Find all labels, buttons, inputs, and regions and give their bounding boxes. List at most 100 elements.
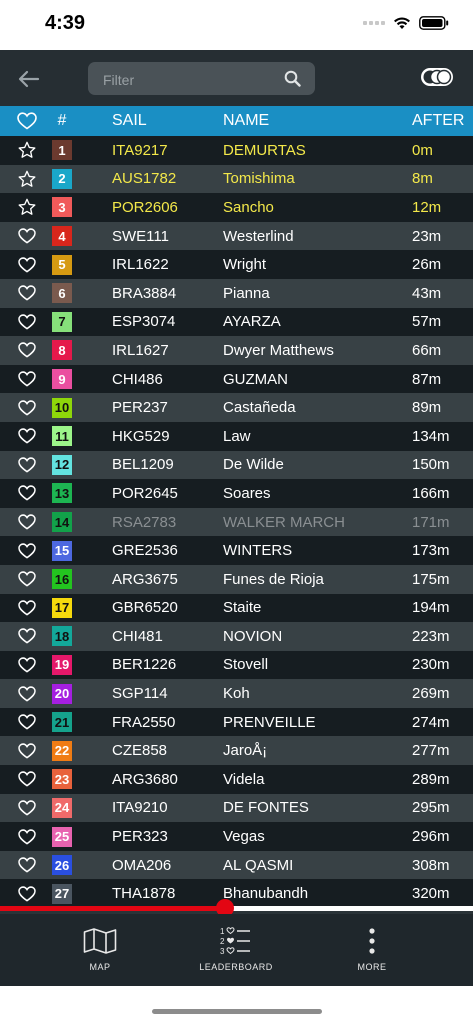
table-row[interactable]: 23 ARG3680 Videla 289m [0, 765, 473, 794]
toggle-view-icon[interactable] [421, 68, 453, 86]
rank-badge: 15 [51, 536, 73, 565]
sailor-name: Staite [223, 599, 262, 617]
table-row[interactable]: 11 HKG529 Law 134m [0, 421, 473, 451]
heart-icon[interactable] [16, 336, 38, 365]
rank-badge: 6 [51, 279, 73, 308]
nav-map[interactable]: MAP [40, 914, 160, 986]
heart-icon[interactable] [16, 822, 38, 851]
heart-icon[interactable] [16, 622, 38, 651]
leaderboard-list: 1 ITA9217 DEMURTAS 0m 2 AUS1782 Tomishima 8m 3 PO… [0, 136, 473, 909]
heart-icon[interactable] [16, 679, 38, 708]
heart-icon[interactable] [16, 279, 38, 308]
sail-number: ARG3675 [112, 570, 178, 588]
heart-icon[interactable] [16, 594, 38, 623]
heart-icon[interactable] [16, 708, 38, 737]
sailor-name: Dwyer Matthews [223, 341, 334, 359]
heart-icon[interactable] [16, 765, 38, 794]
table-row[interactable]: 4 SWE111 Westerlind 23m [0, 221, 473, 251]
heart-icon[interactable] [16, 250, 38, 279]
sail-number: CHI481 [112, 627, 163, 645]
table-row[interactable]: 26 OMA206 AL QASMI 308m [0, 850, 473, 880]
status-time: 4:39 [45, 12, 86, 34]
signal-icon [363, 21, 385, 25]
table-row[interactable]: 2 AUS1782 Tomishima 8m [0, 164, 473, 194]
back-arrow-icon[interactable] [16, 66, 42, 92]
heart-icon[interactable] [16, 393, 38, 422]
heart-icon[interactable] [16, 879, 38, 908]
sailor-name: DE FONTES [223, 799, 309, 817]
star-icon[interactable] [16, 165, 38, 194]
table-row[interactable]: 1 ITA9217 DEMURTAS 0m [0, 136, 473, 165]
sailor-name: Funes de Rioja [223, 570, 324, 588]
table-row[interactable]: 21 FRA2550 PRENVEILLE 274m [0, 707, 473, 737]
table-row[interactable]: 20 SGP114 Koh 269m [0, 679, 473, 708]
table-row[interactable]: 18 CHI481 NOVION 223m [0, 622, 473, 651]
rank-badge: 5 [51, 250, 73, 279]
nav-more[interactable]: MORE [312, 914, 432, 986]
heart-icon[interactable] [16, 365, 38, 394]
header-name[interactable]: NAME [223, 106, 269, 136]
header-rank[interactable]: # [51, 106, 73, 136]
table-row[interactable]: 27 THA1878 Bhanubandh 320m [0, 879, 473, 909]
table-row[interactable]: 10 PER237 Castañeda 89m [0, 393, 473, 422]
sailor-name: Westerlind [223, 227, 294, 245]
heart-icon[interactable] [16, 479, 38, 508]
table-row[interactable]: 12 BEL1209 De Wilde 150m [0, 450, 473, 480]
heart-icon[interactable] [16, 308, 38, 337]
star-icon[interactable] [16, 193, 38, 222]
nav-leaderboard[interactable]: 1 2 3 LEADERBOARD [176, 914, 296, 986]
rank-badge: 10 [51, 393, 73, 422]
sailor-name: Wright [223, 256, 267, 274]
sail-number: BRA3884 [112, 284, 177, 302]
table-row[interactable]: 25 PER323 Vegas 296m [0, 822, 473, 851]
distance-after: 0m [412, 141, 433, 159]
header-sail[interactable]: SAIL [112, 106, 147, 136]
search-icon[interactable] [284, 70, 301, 87]
heart-icon[interactable] [16, 794, 38, 823]
rank-badge: 21 [51, 708, 73, 737]
heart-icon[interactable] [16, 222, 38, 251]
home-indicator[interactable] [152, 1009, 322, 1014]
heart-icon[interactable] [16, 851, 38, 880]
sailor-name: DEMURTAS [223, 141, 306, 159]
table-row[interactable]: 19 BER1226 Stovell 230m [0, 650, 473, 680]
heart-icon[interactable] [16, 451, 38, 480]
distance-after: 134m [412, 427, 450, 445]
rank-badge: 1 [51, 136, 73, 165]
table-row[interactable]: 16 ARG3675 Funes de Rioja 175m [0, 564, 473, 594]
table-row[interactable]: 14 RSA2783 WALKER MARCH 171m [0, 507, 473, 537]
distance-after: 289m [412, 770, 450, 788]
header-favorite-icon[interactable] [16, 106, 38, 136]
star-icon[interactable] [16, 136, 38, 165]
table-row[interactable]: 9 CHI486 GUZMAN 87m [0, 364, 473, 394]
heart-icon[interactable] [16, 536, 38, 565]
sail-number: BER1226 [112, 656, 177, 674]
table-row[interactable]: 22 CZE858 JaroÅ¡ 277m [0, 736, 473, 766]
table-row[interactable]: 3 POR2606 Sancho 12m [0, 193, 473, 222]
rank-badge: 11 [51, 422, 73, 451]
table-row[interactable]: 17 GBR6520 Staite 194m [0, 593, 473, 623]
heart-icon[interactable] [16, 565, 38, 594]
heart-icon[interactable] [16, 651, 38, 680]
table-row[interactable]: 24 ITA9210 DE FONTES 295m [0, 793, 473, 823]
sailor-name: Bhanubandh [223, 885, 309, 903]
table-row[interactable]: 6 BRA3884 Pianna 43m [0, 278, 473, 308]
table-row[interactable]: 7 ESP3074 AYARZA 57m [0, 307, 473, 337]
filter-box[interactable] [88, 62, 315, 95]
sail-number: ITA9210 [112, 799, 168, 817]
table-header: # SAIL NAME AFTER [0, 106, 473, 136]
table-row[interactable]: 5 IRL1622 Wright 26m [0, 250, 473, 279]
heart-icon[interactable] [16, 422, 38, 451]
timeline-slider[interactable] [0, 899, 473, 917]
bottom-nav: MAP 1 2 3 LEADERBOARD MORE [0, 914, 473, 986]
table-row[interactable]: 8 IRL1627 Dwyer Matthews 66m [0, 336, 473, 365]
table-row[interactable]: 15 GRE2536 WINTERS 173m [0, 536, 473, 565]
distance-after: 269m [412, 685, 450, 703]
table-row[interactable]: 13 POR2645 Soares 166m [0, 479, 473, 508]
rank-badge: 9 [51, 365, 73, 394]
sail-number: RSA2783 [112, 513, 177, 531]
heart-icon[interactable] [16, 508, 38, 537]
filter-input[interactable] [101, 69, 275, 91]
header-after[interactable]: AFTER [412, 106, 464, 136]
heart-icon[interactable] [16, 736, 38, 765]
